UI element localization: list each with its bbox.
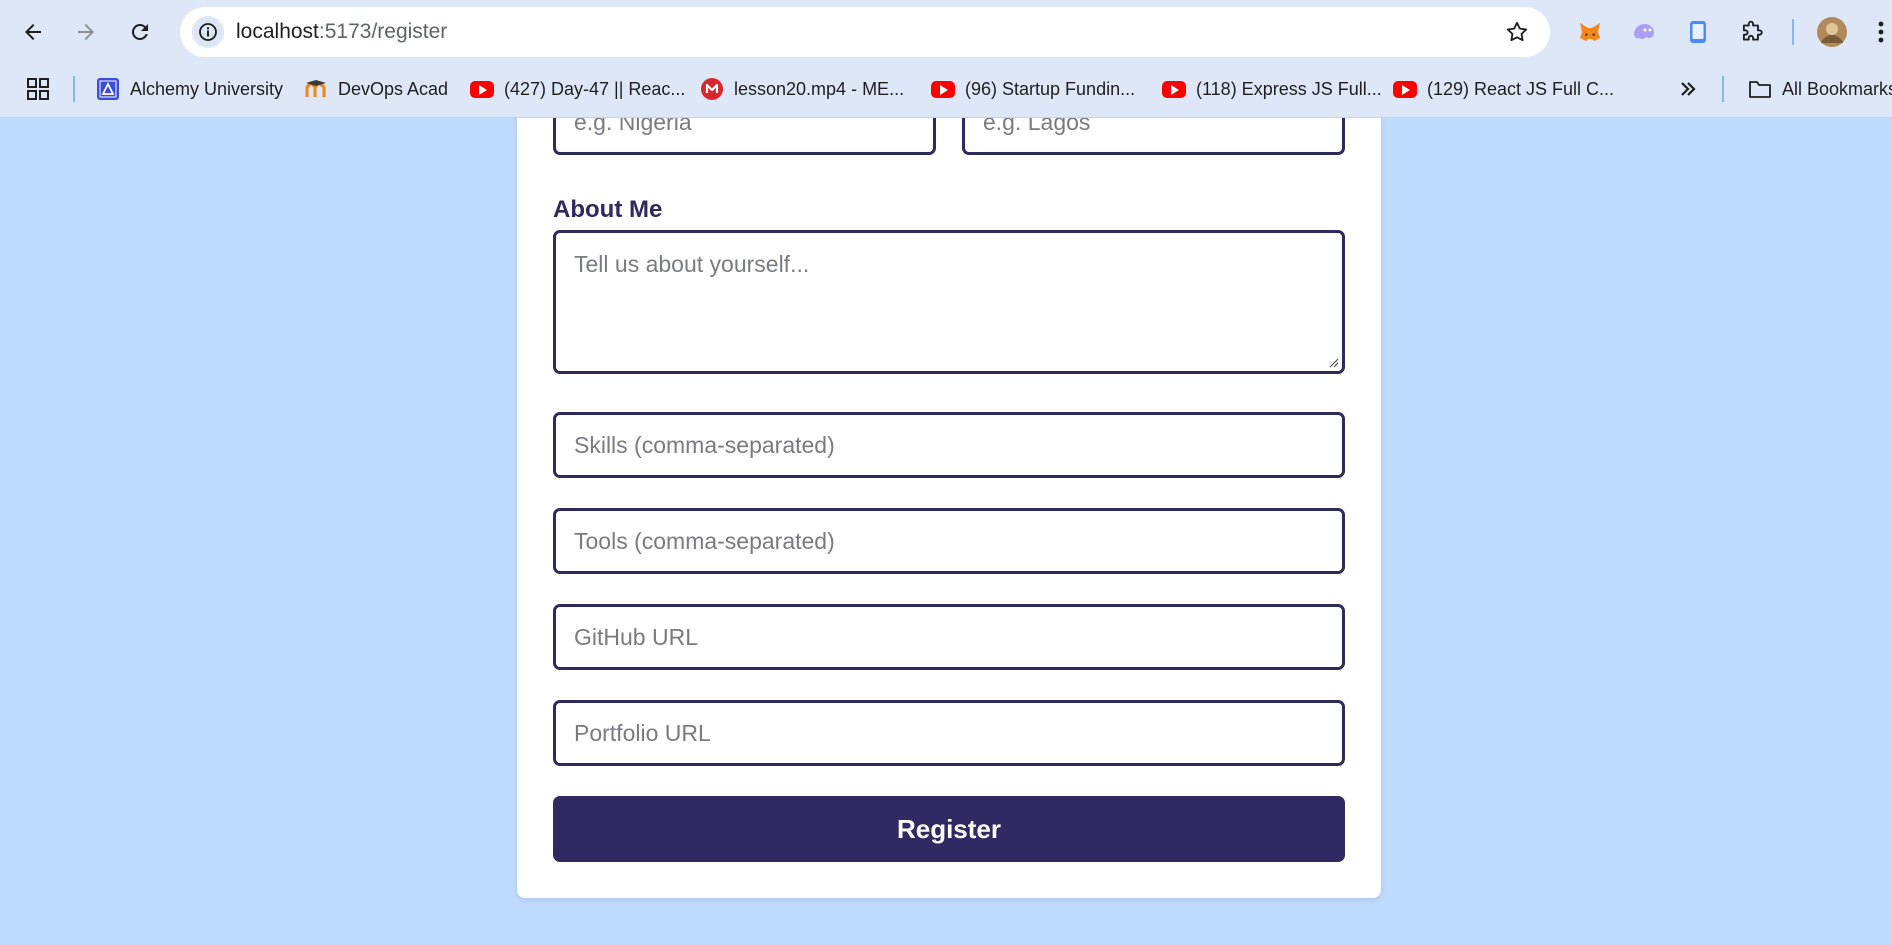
apps-grid-icon: [27, 78, 49, 100]
bookmark-devops[interactable]: DevOps Acad: [304, 76, 448, 102]
page-viewport: e.g. Nigeria e.g. Lagos About Me Tell us…: [0, 118, 1892, 945]
bookmarks-overflow-button[interactable]: [1678, 76, 1698, 102]
url-host: localhost: [236, 20, 319, 43]
bookmark-label: (427) Day-47 || Reac...: [504, 78, 686, 99]
bookmarks-divider: [1722, 76, 1724, 102]
portfolio-placeholder: Portfolio URL: [574, 719, 711, 746]
back-button[interactable]: [15, 14, 51, 50]
metamask-extension-button[interactable]: [1572, 14, 1608, 50]
toolbar-divider: [1792, 19, 1794, 45]
tools-input[interactable]: Tools (comma-separated): [553, 508, 1345, 574]
bookmark-star-button[interactable]: [1504, 19, 1530, 50]
bookmark-youtube-3[interactable]: (118) Express JS Full...: [1162, 76, 1382, 102]
register-form-card: e.g. Nigeria e.g. Lagos About Me Tell us…: [517, 118, 1381, 898]
city-input[interactable]: e.g. Lagos: [962, 118, 1345, 155]
device-icon: [1690, 21, 1706, 43]
bookmarks-bar: Alchemy University DevOps Acad (427) Day…: [0, 68, 1892, 108]
about-me-label: About Me: [553, 196, 663, 223]
phone-extension-button[interactable]: [1680, 14, 1716, 50]
ghost-extension-button[interactable]: [1626, 14, 1662, 50]
ghost-icon: [1634, 24, 1654, 39]
kebab-menu-icon: [1878, 21, 1884, 43]
reload-icon: [131, 23, 148, 40]
bookmark-mega[interactable]: lesson20.mp4 - ME...: [700, 76, 904, 102]
arrow-right-icon: [78, 24, 94, 40]
skills-placeholder: Skills (comma-separated): [574, 431, 835, 458]
browser-chrome: localhost:5173/register Alchemy Universi…: [0, 0, 1892, 118]
devops-icon: [305, 80, 326, 97]
address-bar[interactable]: localhost:5173/register: [180, 7, 1550, 57]
youtube-icon: [1393, 80, 1417, 98]
city-placeholder: e.g. Lagos: [983, 118, 1091, 135]
bookmark-label: (118) Express JS Full...: [1196, 78, 1382, 99]
alchemy-icon: [97, 78, 119, 100]
site-info-button[interactable]: [192, 16, 224, 48]
bookmark-label: (129) React JS Full C...: [1427, 78, 1615, 99]
bookmark-youtube-1[interactable]: (427) Day-47 || Reac...: [470, 76, 685, 102]
bookmark-youtube-4[interactable]: (129) React JS Full C...: [1393, 76, 1614, 102]
apps-button[interactable]: [26, 76, 50, 102]
info-icon: [199, 23, 217, 41]
tools-placeholder: Tools (comma-separated): [574, 527, 835, 554]
portfolio-url-input[interactable]: Portfolio URL: [553, 700, 1345, 766]
all-bookmarks-label: All Bookmarks: [1782, 78, 1892, 99]
github-placeholder: GitHub URL: [574, 623, 698, 650]
avatar: [1817, 17, 1847, 47]
country-input[interactable]: e.g. Nigeria: [553, 118, 936, 155]
bookmark-label: Alchemy University: [130, 78, 284, 99]
bookmarks-divider: [73, 76, 75, 102]
country-placeholder: e.g. Nigeria: [574, 118, 692, 135]
url-text: localhost:5173/register: [236, 20, 447, 44]
all-bookmarks-button[interactable]: All Bookmarks: [1748, 76, 1892, 102]
register-button[interactable]: Register: [553, 796, 1345, 862]
bookmark-youtube-2[interactable]: (96) Startup Fundin...: [931, 76, 1135, 102]
bookmark-label: lesson20.mp4 - ME...: [734, 78, 905, 99]
browser-menu-button[interactable]: [1870, 14, 1892, 50]
github-url-input[interactable]: GitHub URL: [553, 604, 1345, 670]
bookmark-alchemy[interactable]: Alchemy University: [96, 76, 283, 102]
bookmark-label: (96) Startup Fundin...: [965, 78, 1136, 99]
mega-icon: [701, 78, 723, 100]
browser-toolbar: localhost:5173/register: [0, 0, 1892, 64]
profile-button[interactable]: [1814, 14, 1850, 50]
bookmark-label: DevOps Acad: [338, 78, 449, 99]
forward-button[interactable]: [68, 14, 104, 50]
url-path: :5173/register: [318, 20, 448, 43]
arrow-left-icon: [25, 24, 41, 40]
puzzle-icon: [1742, 20, 1763, 41]
folder-icon: [1749, 81, 1771, 98]
reload-button[interactable]: [122, 14, 158, 50]
extensions-button[interactable]: [1734, 14, 1770, 50]
resize-handle-icon[interactable]: [1327, 356, 1339, 368]
youtube-icon: [931, 80, 955, 98]
skills-input[interactable]: Skills (comma-separated): [553, 412, 1345, 478]
youtube-icon: [1162, 80, 1186, 98]
about-me-textarea[interactable]: Tell us about yourself...: [553, 230, 1345, 374]
star-icon: [1506, 21, 1528, 42]
double-chevron-right-icon: [1681, 82, 1696, 96]
about-placeholder: Tell us about yourself...: [574, 251, 810, 277]
youtube-icon: [470, 80, 494, 98]
fox-icon: [1580, 23, 1600, 41]
